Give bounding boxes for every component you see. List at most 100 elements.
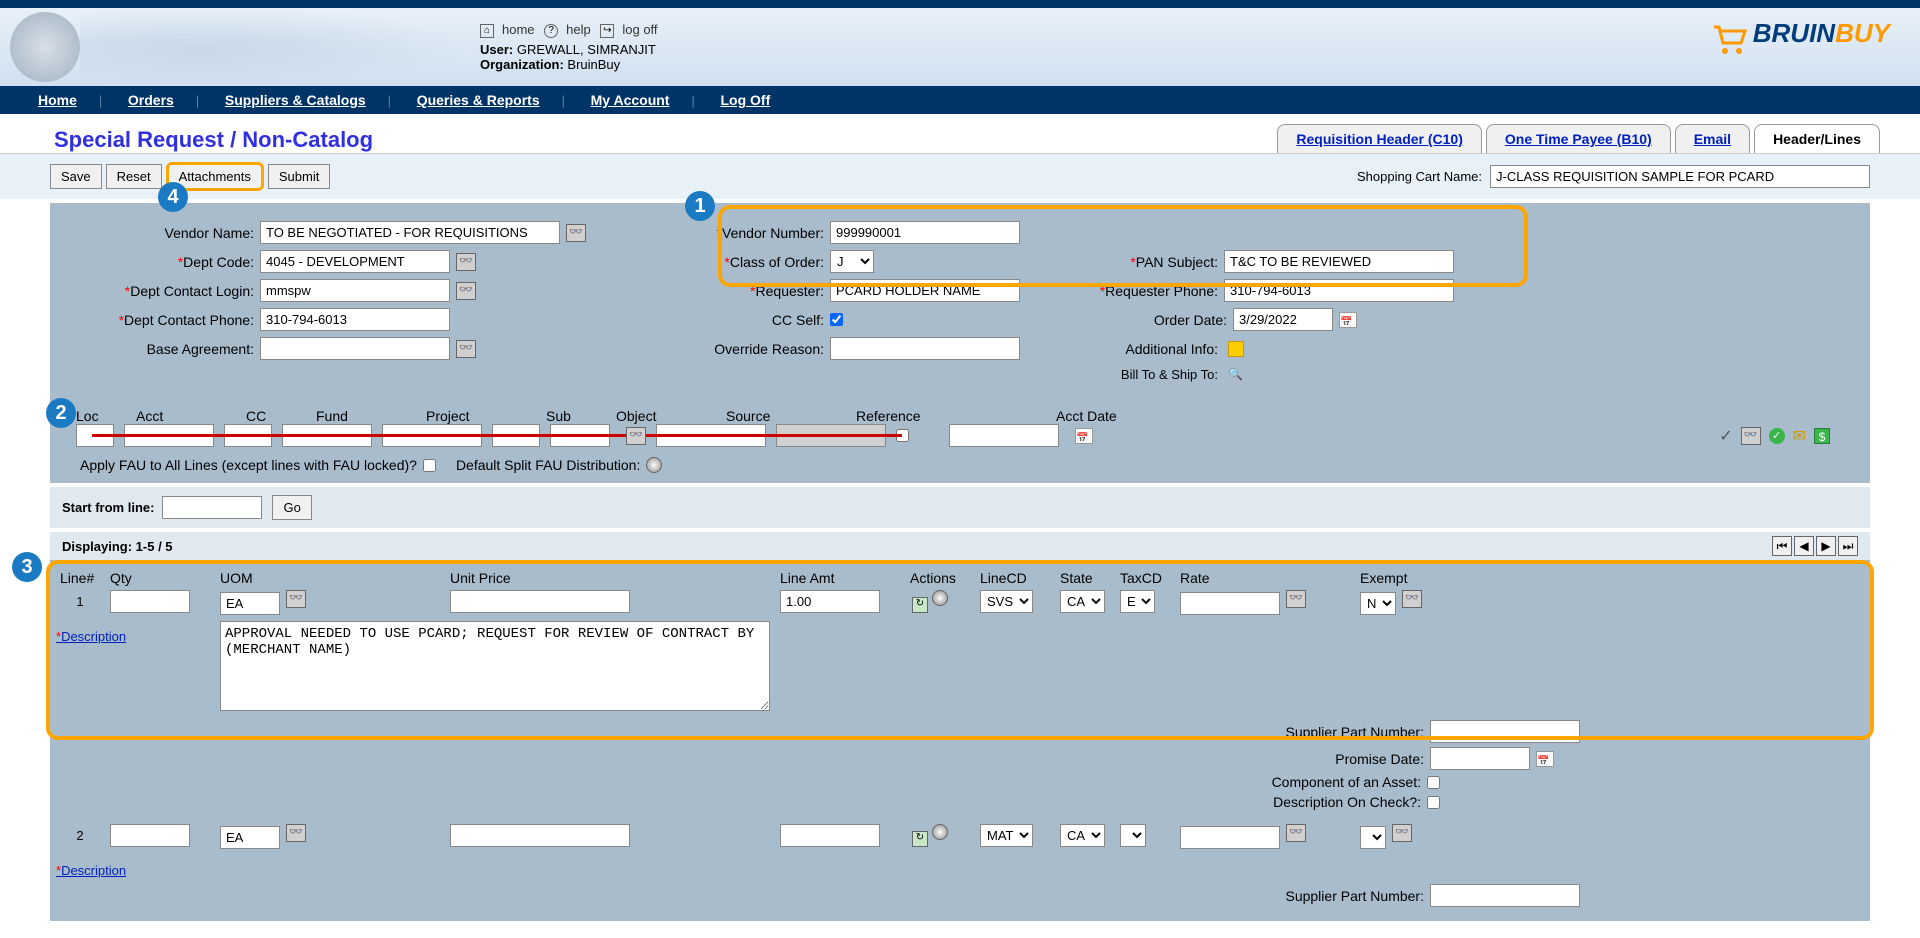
nav-queries[interactable]: Queries & Reports — [417, 92, 540, 108]
reset-button[interactable]: Reset — [106, 164, 162, 189]
unitprice-input-1[interactable] — [450, 590, 630, 613]
check-icon[interactable] — [1719, 426, 1732, 446]
dept-contact-input[interactable] — [260, 279, 450, 302]
calendar-icon[interactable] — [1075, 428, 1093, 444]
tab-email[interactable]: Email — [1675, 124, 1750, 153]
override-input[interactable] — [830, 337, 1020, 360]
calendar-icon[interactable] — [1339, 312, 1357, 328]
taxcd-select-2[interactable] — [1120, 824, 1146, 847]
rate-input-1[interactable] — [1180, 592, 1280, 615]
req-phone-label: Requester Phone: — [1020, 283, 1224, 299]
lookup-icon[interactable] — [286, 824, 306, 842]
nav-suppliers[interactable]: Suppliers & Catalogs — [225, 92, 366, 108]
fau-acctdate-input[interactable] — [949, 424, 1059, 447]
toolbar-row: Save Reset Attachments Submit 4 Shopping… — [0, 153, 1920, 199]
split-icon[interactable] — [932, 824, 948, 840]
desc-check-checkbox-1[interactable] — [1427, 796, 1440, 809]
class-order-select[interactable]: J — [830, 250, 874, 273]
vendor-num-label: Vendor Number: — [680, 225, 830, 241]
nav-logoff[interactable]: Log Off — [720, 92, 770, 108]
dept-code-input[interactable] — [260, 250, 450, 273]
lookup-icon[interactable] — [286, 590, 306, 608]
envelope-icon[interactable] — [1793, 426, 1806, 446]
taxcd-select-1[interactable]: E — [1120, 590, 1155, 613]
logoff-link[interactable]: log off — [622, 22, 657, 37]
nav-orders[interactable]: Orders — [128, 92, 174, 108]
lookup-icon[interactable] — [456, 253, 476, 271]
approve-icon[interactable]: ✓ — [1769, 428, 1785, 444]
linecd-select-1[interactable]: SVS — [980, 590, 1033, 613]
cc-self-checkbox[interactable] — [830, 313, 843, 326]
vendor-num-input[interactable] — [830, 221, 1020, 244]
description-link-2[interactable]: Description — [56, 863, 110, 878]
requester-input[interactable] — [830, 279, 1020, 302]
help-link[interactable]: help — [566, 22, 591, 37]
rate-input-2[interactable] — [1180, 826, 1280, 849]
description-textarea-1[interactable]: APPROVAL NEEDED TO USE PCARD; REQUEST FO… — [220, 621, 770, 711]
vendor-name-input[interactable] — [260, 221, 560, 244]
tab-one-time-payee[interactable]: One Time Payee (B10) — [1486, 124, 1671, 153]
promise-label-1: Promise Date: — [544, 751, 1424, 767]
lookup-icon[interactable] — [1402, 590, 1422, 608]
lookup-icon[interactable] — [456, 282, 476, 300]
submit-button[interactable]: Submit — [268, 164, 330, 189]
nav-account[interactable]: My Account — [591, 92, 670, 108]
lookup-icon[interactable] — [1741, 427, 1761, 445]
tab-req-header[interactable]: Requisition Header (C10) — [1277, 124, 1481, 153]
lookup-icon[interactable] — [1286, 824, 1306, 842]
lookup-icon[interactable] — [1286, 590, 1306, 608]
pan-subject-input[interactable] — [1224, 250, 1454, 273]
linecd-select-2[interactable]: MAT — [980, 824, 1033, 847]
next-page-button[interactable]: ▶ — [1816, 536, 1836, 556]
lineamt-input-2[interactable] — [780, 824, 880, 847]
apply-fau-checkbox[interactable] — [423, 459, 436, 472]
lookup-icon[interactable] — [456, 340, 476, 358]
save-button[interactable]: Save — [50, 164, 102, 189]
home-link[interactable]: home — [502, 22, 535, 37]
lookup-icon[interactable] — [1392, 824, 1412, 842]
base-agree-input[interactable] — [260, 337, 450, 360]
exempt-select-1[interactable]: N — [1360, 592, 1396, 615]
note-icon[interactable] — [1228, 341, 1244, 357]
vendor-name-label: Vendor Name: — [60, 225, 260, 241]
magnifier-icon[interactable] — [1228, 366, 1244, 382]
cart-name-input[interactable] — [1490, 165, 1870, 188]
req-phone-input[interactable] — [1224, 279, 1454, 302]
state-select-1[interactable]: CA — [1060, 590, 1105, 613]
tab-header-lines[interactable]: Header/Lines — [1754, 124, 1880, 153]
promise-input-1[interactable] — [1430, 747, 1530, 770]
qty-input-1[interactable] — [110, 590, 190, 613]
calendar-icon[interactable] — [1536, 751, 1554, 767]
go-button[interactable]: Go — [272, 495, 311, 520]
start-from-line-input[interactable] — [162, 496, 262, 519]
refresh-icon[interactable]: ↻ — [912, 831, 928, 847]
spn-input-1[interactable] — [1430, 720, 1580, 743]
cc-self-label: CC Self: — [680, 312, 830, 328]
order-date-input[interactable] — [1233, 308, 1333, 331]
uom-input-2[interactable] — [220, 826, 280, 849]
exempt-select-2[interactable] — [1360, 826, 1386, 849]
dollar-icon[interactable]: $ — [1814, 428, 1830, 444]
qty-input-2[interactable] — [110, 824, 190, 847]
split-icon[interactable] — [932, 590, 948, 606]
spn-input-2[interactable] — [1430, 884, 1580, 907]
prev-page-button[interactable]: ◀ — [1794, 536, 1814, 556]
description-link-1[interactable]: Description — [56, 629, 110, 644]
user-label: User: — [480, 42, 513, 57]
lineamt-input-1[interactable] — [780, 590, 880, 613]
lookup-icon[interactable] — [566, 224, 586, 242]
first-page-button[interactable]: ⏮ — [1772, 536, 1792, 556]
refresh-icon[interactable]: ↻ — [912, 597, 928, 613]
nav-home[interactable]: Home — [38, 92, 77, 108]
hdr-exempt: Exempt — [1360, 570, 1407, 586]
uom-input-1[interactable] — [220, 592, 280, 615]
comp-asset-checkbox-1[interactable] — [1427, 776, 1440, 789]
last-page-button[interactable]: ⏭ — [1838, 536, 1858, 556]
override-label: Override Reason: — [680, 341, 830, 357]
state-select-2[interactable]: CA — [1060, 824, 1105, 847]
unitprice-input-2[interactable] — [450, 824, 630, 847]
dept-phone-input[interactable] — [260, 308, 450, 331]
lookup-icon[interactable] — [626, 427, 646, 445]
split-icon[interactable] — [646, 457, 662, 473]
displaying-row: Displaying: 1-5 / 5 ⏮ ◀ ▶ ⏭ — [50, 532, 1870, 560]
